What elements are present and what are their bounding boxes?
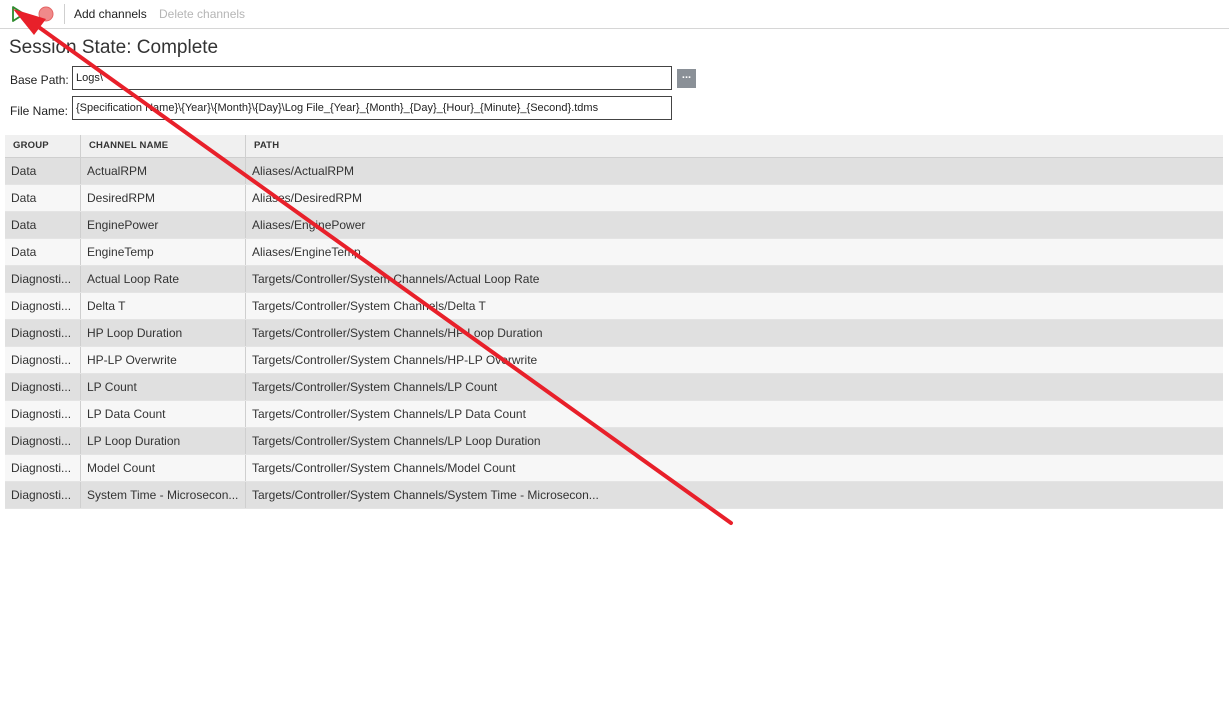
file-name-input[interactable] xyxy=(72,96,672,120)
channels-table: GROUP CHANNEL NAME PATH Data ActualRPM Ali… xyxy=(5,135,1223,509)
cell-group: Diagnosti... xyxy=(11,488,72,502)
table-row[interactable]: Diagnosti... HP Loop Duration Targets/Cont… xyxy=(5,320,1223,347)
cell-group: Diagnosti... xyxy=(11,434,72,448)
cell-channel-name: DesiredRPM xyxy=(80,185,245,211)
table-row[interactable]: Diagnosti... Delta T Targets/Controller/Sy… xyxy=(5,293,1223,320)
cell-group: Diagnosti... xyxy=(11,461,72,475)
cell-channel-name: HP-LP Overwrite xyxy=(80,347,245,373)
base-path-label: Base Path: xyxy=(10,73,69,87)
table-row[interactable]: Diagnosti... LP Data Count Targets/Control… xyxy=(5,401,1223,428)
table-row[interactable]: Data EnginePower Aliases/EnginePower xyxy=(5,212,1223,239)
table-row[interactable]: Diagnosti... System Time - Microsecon... T… xyxy=(5,482,1223,509)
file-name-label: File Name: xyxy=(10,104,69,118)
cell-group: Diagnosti... xyxy=(11,326,72,340)
add-channels-button[interactable]: Add channels xyxy=(74,7,147,21)
cell-channel-name: System Time - Microsecon... xyxy=(80,482,245,508)
cell-channel-name: Delta T xyxy=(80,293,245,319)
table-row[interactable]: Data DesiredRPM Aliases/DesiredRPM xyxy=(5,185,1223,212)
table-row[interactable]: Diagnosti... LP Loop Duration Targets/Cont… xyxy=(5,428,1223,455)
browse-button[interactable]: ... xyxy=(677,69,696,88)
toolbar-separator xyxy=(64,4,65,24)
cell-path: Targets/Controller/System Channels/LP Lo… xyxy=(245,428,1223,454)
cell-path: Targets/Controller/System Channels/Delta… xyxy=(245,293,1223,319)
play-icon[interactable] xyxy=(9,5,27,23)
cell-path: Aliases/DesiredRPM xyxy=(245,185,1223,211)
cell-path: Aliases/EnginePower xyxy=(245,212,1223,238)
cell-group: Data xyxy=(11,245,37,259)
cell-group: Diagnosti... xyxy=(11,353,72,367)
table-header: GROUP CHANNEL NAME PATH xyxy=(5,135,1223,158)
cell-channel-name: LP Loop Duration xyxy=(80,428,245,454)
session-state-title: Session State: Complete xyxy=(9,37,219,58)
cell-path: Targets/Controller/System Channels/LP Co… xyxy=(245,374,1223,400)
delete-channels-button[interactable]: Delete channels xyxy=(159,7,245,21)
table-row[interactable]: Diagnosti... Model Count Targets/Controlle… xyxy=(5,455,1223,482)
cell-group: Data xyxy=(11,164,37,178)
toolbar: Add channels Delete channels xyxy=(0,0,1229,29)
cell-path: Targets/Controller/System Channels/Actua… xyxy=(245,266,1223,292)
cell-group: Data xyxy=(11,218,37,232)
column-header-path[interactable]: PATH xyxy=(245,135,1223,157)
cell-path: Aliases/ActualRPM xyxy=(245,158,1223,184)
cell-group: Diagnosti... xyxy=(11,299,72,313)
column-header-group[interactable]: GROUP xyxy=(5,135,80,157)
stop-record-icon[interactable] xyxy=(37,5,55,23)
cell-channel-name: Model Count xyxy=(80,455,245,481)
cell-path: Aliases/EngineTemp xyxy=(245,239,1223,265)
table-row[interactable]: Diagnosti... LP Count Targets/Controller/S… xyxy=(5,374,1223,401)
table-row[interactable]: Diagnosti... HP-LP Overwrite Targets/Contr… xyxy=(5,347,1223,374)
cell-path: Targets/Controller/System Channels/Model… xyxy=(245,455,1223,481)
column-header-channel-name[interactable]: CHANNEL NAME xyxy=(80,135,245,157)
cell-channel-name: EngineTemp xyxy=(80,239,245,265)
cell-group: Diagnosti... xyxy=(11,272,72,286)
cell-group: Data xyxy=(11,191,37,205)
cell-channel-name: LP Count xyxy=(80,374,245,400)
cell-channel-name: ActualRPM xyxy=(80,158,245,184)
base-path-input[interactable] xyxy=(72,66,672,90)
cell-path: Targets/Controller/System Channels/Syste… xyxy=(245,482,1223,508)
cell-channel-name: LP Data Count xyxy=(80,401,245,427)
cell-path: Targets/Controller/System Channels/HP-LP… xyxy=(245,347,1223,373)
cell-group: Diagnosti... xyxy=(11,407,72,421)
table-row[interactable]: Data EngineTemp Aliases/EngineTemp xyxy=(5,239,1223,266)
cell-group: Diagnosti... xyxy=(11,380,72,394)
cell-channel-name: Actual Loop Rate xyxy=(80,266,245,292)
cell-path: Targets/Controller/System Channels/LP Da… xyxy=(245,401,1223,427)
table-row[interactable]: Data ActualRPM Aliases/ActualRPM xyxy=(5,158,1223,185)
cell-channel-name: EnginePower xyxy=(80,212,245,238)
table-body: Data ActualRPM Aliases/ActualRPM Data Desire… xyxy=(5,158,1223,509)
table-row[interactable]: Diagnosti... Actual Loop Rate Targets/Cont… xyxy=(5,266,1223,293)
cell-channel-name: HP Loop Duration xyxy=(80,320,245,346)
cell-path: Targets/Controller/System Channels/HP Lo… xyxy=(245,320,1223,346)
